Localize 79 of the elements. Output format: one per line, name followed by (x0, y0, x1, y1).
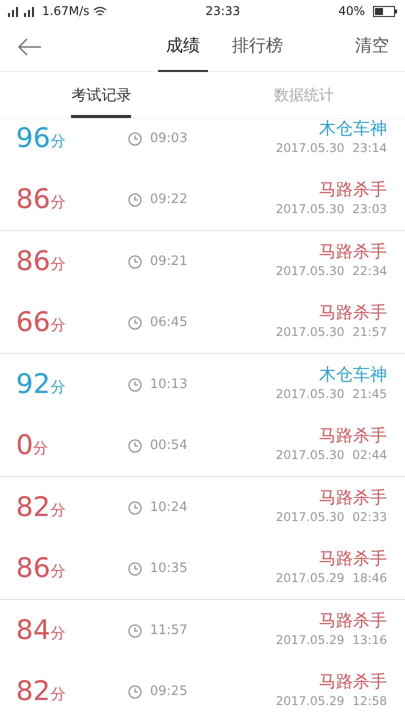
score-unit: 分 (50, 314, 66, 336)
score-value: 86 (16, 186, 50, 213)
record-date: 2017.05.30 (276, 140, 344, 157)
score-unit: 分 (50, 684, 66, 704)
record-time: 21:57 (352, 324, 387, 341)
score-value: 84 (16, 617, 50, 644)
record-date: 2017.05.29 (276, 632, 344, 649)
duration: 10:24 (150, 498, 188, 517)
record-time: 13:16 (352, 632, 387, 649)
record-time: 12:58 (352, 692, 387, 710)
score-value: 92 (16, 371, 50, 398)
score-unit: 分 (50, 560, 66, 582)
player-name: 木仓车神 (319, 120, 387, 139)
clock-icon (128, 562, 142, 576)
player-name: 马路杀手 (319, 427, 387, 446)
score-value: 82 (16, 494, 50, 521)
score-unit: 分 (50, 130, 66, 152)
record-date: 2017.05.30 (276, 446, 344, 464)
record-time: 23:14 (352, 140, 387, 157)
clock-icon (128, 132, 142, 146)
record-date: 2017.05.29 (276, 692, 344, 710)
record-time: 23:03 (352, 200, 387, 218)
score-value: 96 (16, 125, 50, 152)
duration: 10:13 (150, 376, 188, 394)
score-unit: 分 (50, 192, 66, 212)
wifi-icon (93, 6, 108, 16)
score-unit: 分 (50, 622, 66, 644)
player-name: 马路杀手 (319, 243, 387, 262)
record-date: 2017.05.30 (276, 508, 344, 526)
clock-icon (128, 624, 142, 638)
player-name: 马路杀手 (319, 304, 387, 323)
player-name: 木仓车神 (319, 366, 387, 385)
duration: 11:57 (150, 622, 188, 640)
record-date: 2017.05.30 (276, 262, 344, 280)
clock-icon (128, 192, 142, 206)
score-unit: 分 (33, 438, 48, 458)
battery-icon (373, 6, 397, 16)
clock-icon (128, 684, 142, 698)
duration: 09:21 (150, 252, 188, 271)
network-speed: 1.67M/s (42, 3, 90, 20)
header-tab[interactable]: 排行榜 (232, 22, 283, 72)
clock: 23:33 (204, 3, 242, 20)
score-value: 86 (16, 555, 50, 582)
score-unit: 分 (50, 254, 66, 274)
sub-tab[interactable]: 考试记录 (65, 72, 138, 118)
clock-icon (128, 254, 142, 268)
clear-button[interactable]: 清空 (355, 22, 389, 72)
player-name: 马路杀手 (319, 181, 387, 200)
score-value: 86 (16, 248, 50, 275)
duration: 06:45 (150, 314, 188, 332)
duration: 09:22 (150, 190, 188, 209)
record-time: 22:34 (352, 262, 387, 280)
score-unit: 分 (50, 500, 66, 520)
header-tab[interactable]: 成绩 (158, 22, 208, 72)
record-date: 2017.05.30 (276, 386, 344, 403)
score-unit: 分 (50, 376, 66, 398)
record-date: 2017.05.30 (276, 324, 344, 341)
clock-icon (128, 500, 142, 514)
duration: 00:54 (150, 436, 188, 455)
duration: 09:25 (150, 682, 188, 701)
record-time: 02:33 (352, 508, 387, 526)
record-time: 02:44 (352, 446, 387, 464)
score-value: 66 (16, 309, 50, 336)
record-date: 2017.05.29 (276, 570, 344, 587)
player-name: 马路杀手 (319, 489, 387, 508)
player-name: 马路杀手 (319, 673, 387, 692)
clock-icon (128, 378, 142, 392)
player-name: 马路杀手 (319, 550, 387, 569)
duration: 10:35 (150, 560, 188, 578)
clock-icon (128, 438, 142, 452)
record-date: 2017.05.30 (276, 200, 344, 218)
duration: 09:03 (150, 130, 188, 148)
clock-icon (128, 316, 142, 330)
record-time: 18:46 (352, 570, 387, 587)
record-time: 21:45 (352, 386, 387, 403)
score-value: 82 (16, 678, 50, 705)
player-name: 马路杀手 (319, 612, 387, 631)
battery-percent: 40% (338, 3, 365, 20)
score-value: 0 (16, 432, 34, 459)
